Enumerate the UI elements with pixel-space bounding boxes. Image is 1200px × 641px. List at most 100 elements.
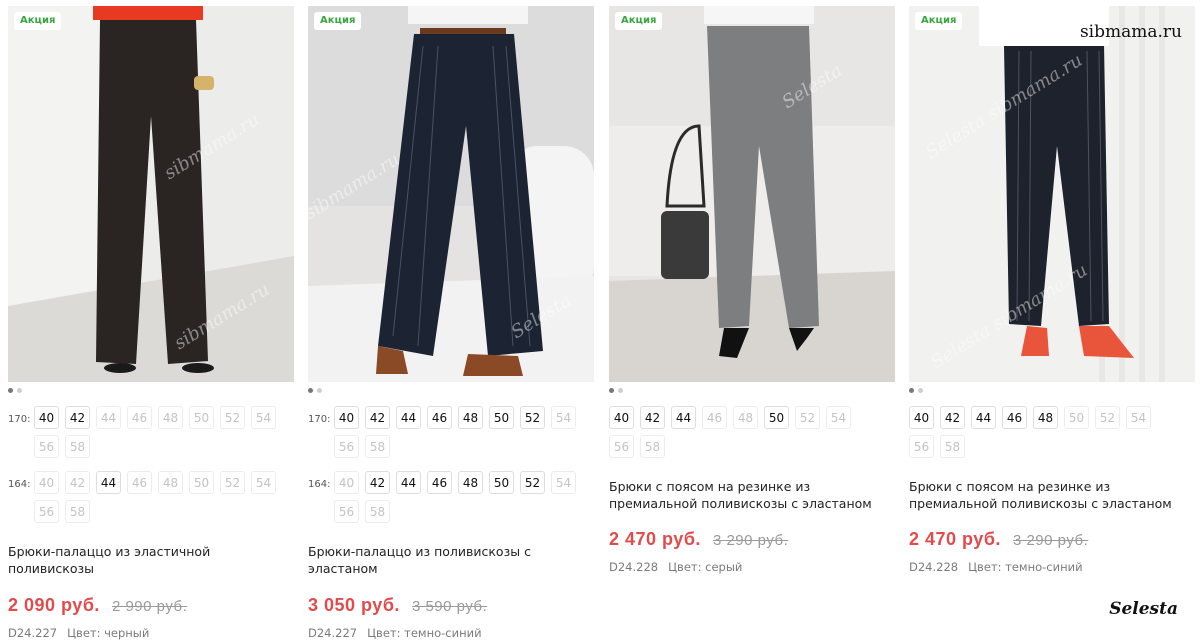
- product-title[interactable]: Брюки с поясом на резинке из премиальной…: [909, 478, 1195, 512]
- size-chip: 56: [334, 435, 359, 458]
- size-chip: 56: [34, 435, 59, 458]
- size-chip: 48: [733, 406, 758, 429]
- size-chip[interactable]: 46: [427, 471, 452, 494]
- height-label: 164:: [8, 479, 31, 490]
- product-meta: D24.228 Цвет: темно-синий: [909, 560, 1083, 574]
- product-photo[interactable]: Акция sibmama.ru Selesta: [308, 6, 594, 382]
- size-chip: 46: [702, 406, 727, 429]
- product-meta: D24.227 Цвет: черный: [8, 626, 149, 640]
- product-image: [909, 6, 1195, 382]
- size-chip[interactable]: 40: [909, 406, 934, 429]
- size-chip[interactable]: 52: [520, 406, 545, 429]
- sku-code: D24.227: [308, 626, 358, 640]
- size-chip[interactable]: 44: [96, 471, 121, 494]
- sku-code: D24.228: [909, 560, 959, 574]
- product-card[interactable]: Акция Selesta sibmama.ru Selesta sibmama…: [909, 6, 1195, 382]
- size-chip: 44: [96, 406, 121, 429]
- product-photo[interactable]: Акция Selesta: [609, 6, 895, 382]
- size-chip: 54: [1126, 406, 1151, 429]
- size-chip[interactable]: 50: [489, 471, 514, 494]
- product-card[interactable]: Акция sibmama.ru sibmama.ru: [8, 6, 294, 382]
- product-card[interactable]: Акция Selesta: [609, 6, 895, 382]
- size-chip: 56: [609, 435, 634, 458]
- product-title[interactable]: Брюки с поясом на резинке из премиальной…: [609, 478, 895, 512]
- price-block: 2 090 руб. 2 990 руб.: [8, 595, 187, 616]
- size-chip: 58: [365, 500, 390, 523]
- promo-badge: Акция: [615, 12, 663, 30]
- carousel-dot[interactable]: [17, 388, 22, 393]
- size-chip: 54: [551, 471, 576, 494]
- product-meta: D24.227 Цвет: темно-синий: [308, 626, 482, 640]
- size-chip[interactable]: 46: [427, 406, 452, 429]
- size-chip: 52: [1095, 406, 1120, 429]
- size-chip[interactable]: 46: [1002, 406, 1027, 429]
- size-chip: 48: [158, 406, 183, 429]
- watermark-brand: Selesta: [1109, 599, 1178, 619]
- product-image: [308, 6, 594, 382]
- carousel-dot[interactable]: [909, 388, 914, 393]
- size-chip[interactable]: 44: [396, 471, 421, 494]
- size-chip[interactable]: 52: [520, 471, 545, 494]
- size-chip: 54: [251, 471, 276, 494]
- size-chip[interactable]: 50: [489, 406, 514, 429]
- size-chip[interactable]: 40: [34, 406, 59, 429]
- size-chip: 52: [795, 406, 820, 429]
- size-chip: 52: [220, 471, 245, 494]
- size-chip[interactable]: 40: [334, 406, 359, 429]
- size-chip[interactable]: 50: [764, 406, 789, 429]
- size-chip[interactable]: 42: [365, 406, 390, 429]
- sku-code: D24.227: [8, 626, 58, 640]
- carousel-dot[interactable]: [609, 388, 614, 393]
- color-text: Цвет: черный: [67, 626, 150, 640]
- size-chip: 50: [1064, 406, 1089, 429]
- height-label: 164:: [308, 479, 331, 490]
- carousel-dot[interactable]: [308, 388, 313, 393]
- size-chip[interactable]: 48: [1033, 406, 1058, 429]
- sku-code: D24.228: [609, 560, 659, 574]
- price-block: 2 470 руб. 3 290 руб.: [609, 529, 788, 550]
- product-photo[interactable]: Акция sibmama.ru sibmama.ru: [8, 6, 294, 382]
- product-title[interactable]: Брюки-палаццо из поливискозы с эластаном: [308, 543, 594, 577]
- size-chip: 40: [34, 471, 59, 494]
- sale-price: 2 470 руб.: [609, 529, 701, 549]
- promo-badge: Акция: [314, 12, 362, 30]
- carousel-dot[interactable]: [918, 388, 923, 393]
- size-chip[interactable]: 44: [971, 406, 996, 429]
- product-card[interactable]: Акция sibmama.ru Selesta: [308, 6, 594, 382]
- sale-price: 3 050 руб.: [308, 595, 400, 615]
- size-chip: 40: [334, 471, 359, 494]
- size-chip: 58: [640, 435, 665, 458]
- color-text: Цвет: серый: [668, 560, 743, 574]
- carousel-dot[interactable]: [618, 388, 623, 393]
- product-photo[interactable]: Акция Selesta sibmama.ru Selesta sibmama…: [909, 6, 1195, 382]
- size-chip: 56: [909, 435, 934, 458]
- size-chip: 50: [189, 471, 214, 494]
- carousel-dot[interactable]: [317, 388, 322, 393]
- promo-badge: Акция: [14, 12, 62, 30]
- size-chip: 46: [127, 471, 152, 494]
- size-chip: 48: [158, 471, 183, 494]
- size-chip[interactable]: 44: [396, 406, 421, 429]
- price-block: 3 050 руб. 3 590 руб.: [308, 595, 487, 616]
- product-title[interactable]: Брюки-палаццо из эластичной поливискозы: [8, 543, 294, 577]
- price-block: 2 470 руб. 3 290 руб.: [909, 529, 1088, 550]
- size-chip[interactable]: 42: [940, 406, 965, 429]
- size-chip[interactable]: 48: [458, 471, 483, 494]
- size-chip: 58: [65, 435, 90, 458]
- old-price: 3 590 руб.: [411, 598, 488, 615]
- size-chip[interactable]: 42: [65, 406, 90, 429]
- height-label: 170:: [8, 414, 31, 425]
- size-chip[interactable]: 42: [365, 471, 390, 494]
- color-text: Цвет: темно-синий: [968, 560, 1083, 574]
- old-price: 3 290 руб.: [1012, 532, 1089, 549]
- size-chip[interactable]: 42: [640, 406, 665, 429]
- sale-price: 2 470 руб.: [909, 529, 1001, 549]
- size-chip: 56: [334, 500, 359, 523]
- size-chip: 56: [34, 500, 59, 523]
- size-chip: 50: [189, 406, 214, 429]
- carousel-dot[interactable]: [8, 388, 13, 393]
- size-chip[interactable]: 48: [458, 406, 483, 429]
- sale-price: 2 090 руб.: [8, 595, 100, 615]
- size-chip[interactable]: 44: [671, 406, 696, 429]
- size-chip[interactable]: 40: [609, 406, 634, 429]
